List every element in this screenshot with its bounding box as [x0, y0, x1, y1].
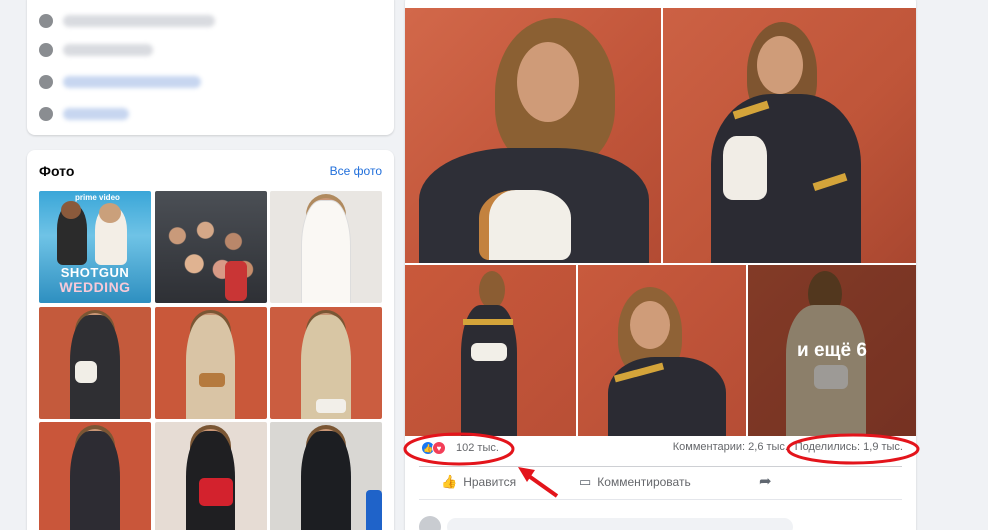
poster-brand: prime video — [75, 193, 120, 202]
info-icon — [39, 14, 53, 28]
reactions-summary[interactable]: 👍 ♥ 102 тыс. — [421, 441, 499, 455]
info-row — [39, 11, 215, 31]
info-row — [39, 40, 153, 60]
poster-title-line2: WEDDING — [59, 279, 131, 295]
comments-count[interactable]: Комментарии: 2,6 тыс. — [673, 441, 788, 453]
divider — [419, 466, 902, 467]
reactions-count: 102 тыс. — [456, 442, 499, 454]
post-photo[interactable] — [578, 265, 746, 436]
divider — [419, 499, 902, 500]
photo-tile[interactable]: prime video SHOTGUN WEDDING — [39, 191, 151, 303]
post-actions: 👍 Нравится ▭ Комментировать ➦ — [419, 470, 902, 496]
post-stats: 👍 ♥ 102 тыс. Комментарии: 2,6 тыс. Подел… — [405, 437, 916, 459]
post-photo[interactable] — [405, 8, 661, 263]
post-card: и ещё 6 👍 ♥ 102 тыс. Комментарии: 2,6 ты… — [405, 0, 916, 530]
photo-tile[interactable] — [270, 422, 382, 530]
photo-tile[interactable] — [270, 306, 382, 419]
shares-count[interactable]: Поделились: 1,9 тыс. — [795, 441, 903, 453]
share-icon: ➦ — [759, 473, 772, 490]
blurred-link[interactable] — [63, 108, 129, 120]
blurred-link[interactable] — [63, 76, 201, 88]
globe-icon — [39, 75, 53, 89]
share-button[interactable]: ➦ — [759, 472, 778, 490]
comment-button[interactable]: ▭ Комментировать — [579, 474, 691, 490]
avatar[interactable] — [419, 516, 441, 530]
photos-card: Фото Все фото prime video SHOTGUN WEDDIN… — [27, 150, 394, 530]
photo-tile[interactable] — [39, 422, 151, 530]
comment-label: Комментировать — [597, 475, 691, 489]
photo-tile[interactable] — [154, 191, 267, 303]
thumbs-up-icon: 👍 — [441, 474, 458, 489]
photos-title: Фото — [39, 163, 75, 179]
post-photo[interactable] — [663, 8, 916, 263]
more-photos-label: и ещё 6 — [748, 265, 916, 436]
blurred-phone — [63, 44, 153, 56]
post-photo[interactable] — [405, 265, 576, 436]
comment-input[interactable] — [447, 518, 793, 530]
blurred-text — [63, 15, 215, 27]
comment-icon: ▭ — [579, 474, 592, 489]
info-row[interactable] — [39, 104, 129, 124]
photo-tile[interactable] — [154, 422, 267, 530]
like-label: Нравится — [463, 475, 517, 489]
globe-icon — [39, 107, 53, 121]
post-photo-more[interactable]: и ещё 6 — [748, 265, 916, 436]
phone-icon — [39, 43, 53, 57]
photo-tile[interactable] — [154, 306, 267, 419]
photo-tile[interactable] — [270, 191, 382, 303]
love-icon: ♥ — [432, 441, 446, 455]
poster-title-line1: SHOTGUN — [60, 265, 130, 280]
photo-tile[interactable] — [39, 306, 151, 419]
like-button[interactable]: 👍 Нравится — [441, 474, 516, 490]
profile-info-card — [27, 0, 394, 135]
photos-grid: prime video SHOTGUN WEDDING — [39, 191, 382, 530]
info-row[interactable] — [39, 72, 201, 92]
see-all-photos-link[interactable]: Все фото — [330, 164, 382, 178]
